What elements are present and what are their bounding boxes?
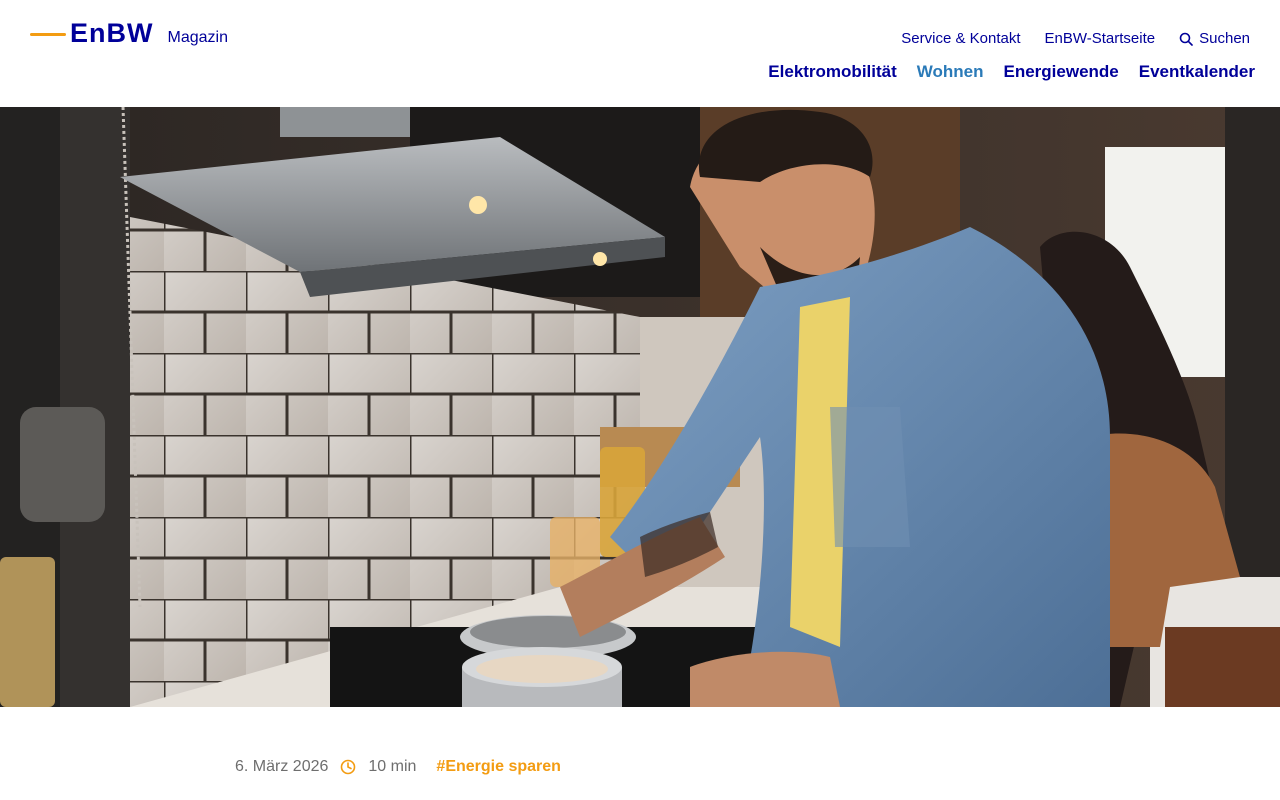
article-date: 6. März 2026	[235, 758, 329, 775]
enbw-logo: EnBW	[70, 18, 154, 48]
enbw-startseite-link[interactable]: EnBW-Startseite	[1045, 30, 1156, 47]
utility-nav: Service & Kontakt EnBW-Startseite Suchen	[901, 30, 1250, 47]
service-kontakt-link[interactable]: Service & Kontakt	[901, 30, 1020, 47]
main-nav: Elektromobilität Wohnen Energiewende Eve…	[768, 62, 1255, 82]
article-meta: 6. März 2026 10 min #Energie sparen	[235, 758, 561, 776]
search-icon	[1179, 32, 1193, 46]
nav-eventkalender[interactable]: Eventkalender	[1139, 62, 1255, 82]
magazin-label: Magazin	[167, 29, 228, 46]
enbw-logo-link[interactable]: EnBW Magazin	[30, 18, 228, 49]
search-label: Suchen	[1199, 30, 1250, 47]
read-time: 10 min	[368, 758, 417, 775]
search-button[interactable]: Suchen	[1179, 30, 1250, 47]
nav-wohnen[interactable]: Wohnen	[917, 62, 984, 82]
clock-icon	[341, 759, 356, 775]
site-header: EnBW Magazin Service & Kontakt EnBW-Star…	[0, 0, 1280, 107]
logo-accent-bar	[30, 33, 66, 36]
nav-elektromobilitaet[interactable]: Elektromobilität	[768, 62, 896, 82]
hero-image	[0, 107, 1280, 707]
nav-energiewende[interactable]: Energiewende	[1004, 62, 1119, 82]
tag-energie-sparen[interactable]: #Energie sparen	[436, 758, 561, 776]
hero-photo-illustration	[0, 107, 1280, 707]
